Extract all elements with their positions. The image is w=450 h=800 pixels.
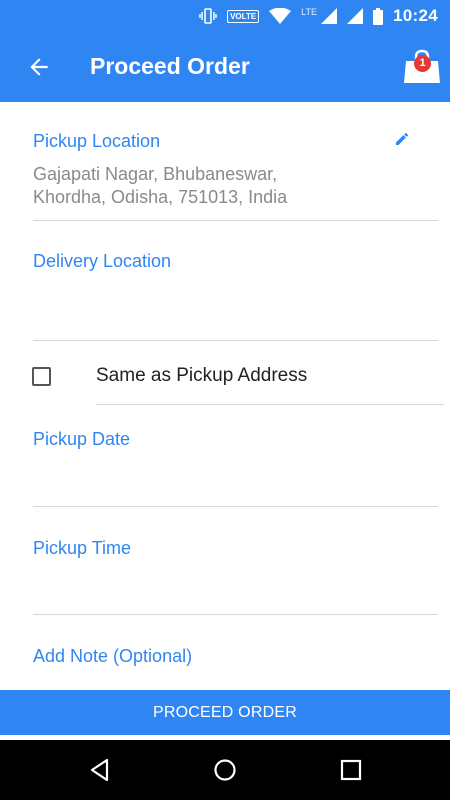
vibrate-icon: [199, 8, 217, 24]
pickup-location-divider: [33, 220, 438, 221]
same-as-pickup-divider: [96, 404, 444, 405]
status-bar: VOLTE LTE 10:24: [0, 0, 450, 32]
pickup-location-line2: Khordha, Odisha, 751013, India: [33, 187, 288, 207]
system-nav-bar: [0, 740, 450, 800]
nav-recents-icon[interactable]: [338, 757, 364, 783]
pickup-date-label[interactable]: Pickup Date: [33, 429, 130, 450]
clock: 10:24: [393, 6, 438, 25]
volte-indicator: VOLTE: [227, 9, 260, 23]
signal-2-icon: [347, 8, 364, 24]
pickup-location-label: Pickup Location: [33, 131, 161, 151]
delivery-location-divider: [33, 340, 438, 341]
cart-count-badge: 1: [414, 55, 431, 72]
pickup-time-divider: [33, 614, 438, 615]
pickup-location-line1: Gajapati Nagar, Bhubaneswar,: [33, 164, 278, 184]
wifi-icon: [269, 8, 292, 24]
pickup-location-value[interactable]: Gajapati Nagar, Bhubaneswar, Khordha, Od…: [33, 163, 363, 209]
signal-icon: [321, 8, 338, 24]
cart-button[interactable]: 1: [402, 49, 442, 85]
pickup-date-divider: [33, 506, 438, 507]
nav-back-icon[interactable]: [87, 757, 113, 783]
status-icons: VOLTE LTE 10:24: [199, 6, 438, 26]
pickup-time-label[interactable]: Pickup Time: [33, 538, 131, 559]
nav-home-icon[interactable]: [212, 757, 238, 783]
page-title: Proceed Order: [90, 53, 250, 79]
lte-indicator: LTE: [301, 7, 318, 17]
proceed-order-button[interactable]: PROCEED ORDER: [0, 690, 450, 735]
app-bar: Proceed Order 1: [0, 32, 450, 102]
edit-pencil-icon[interactable]: [394, 131, 410, 147]
same-as-pickup-checkbox[interactable]: [32, 367, 51, 386]
battery-icon: [373, 7, 384, 25]
back-arrow-icon[interactable]: [26, 54, 52, 80]
add-note-label[interactable]: Add Note (Optional): [33, 646, 192, 667]
same-as-pickup-label[interactable]: Same as Pickup Address: [96, 365, 307, 387]
delivery-location-label[interactable]: Delivery Location: [33, 251, 171, 272]
